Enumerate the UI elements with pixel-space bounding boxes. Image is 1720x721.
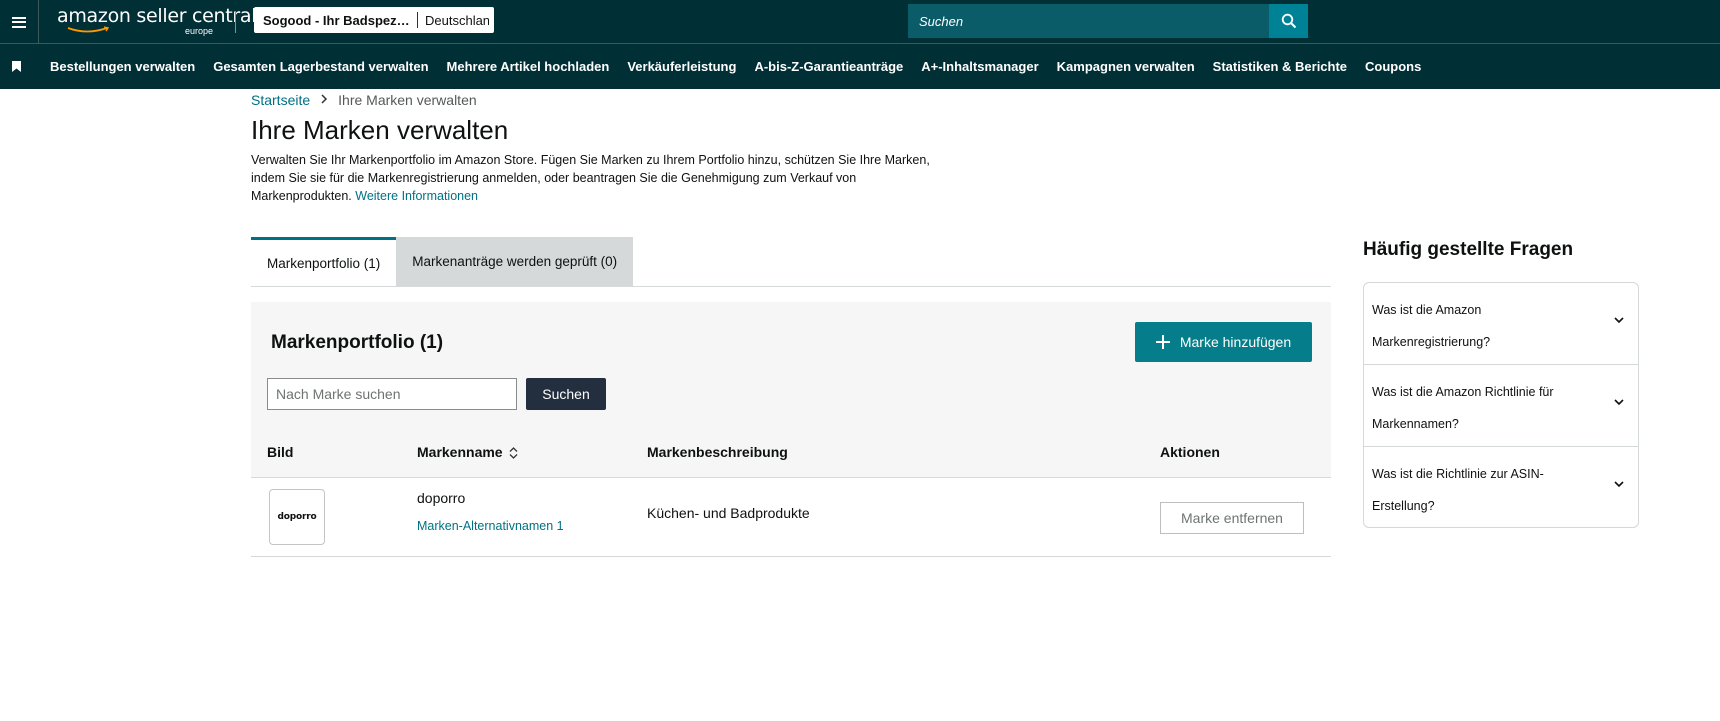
brand-logo-image: doporro [269,489,325,545]
tab-bar: Markenportfolio (1) Markenanträge werden… [251,237,1331,287]
add-brand-button[interactable]: Marke hinzufügen [1135,322,1312,362]
page-title: Ihre Marken verwalten [251,115,509,145]
faq-item-asin-erstellung[interactable]: Was ist die Richtlinie zur ASIN-Erstellu… [1364,447,1638,529]
menu-button[interactable] [0,0,39,44]
brand-search-button[interactable]: Suchen [526,378,606,410]
column-header-actions: Aktionen [1160,444,1220,460]
seller-central-logo[interactable]: amazon seller central europe [57,5,257,38]
faq-question: Was ist die Amazon Richtlinie für Marken… [1372,385,1554,431]
chevron-right-icon [320,93,328,107]
account-separator [417,12,418,28]
search-icon [1281,13,1296,29]
sort-icon [509,447,518,460]
brand-description: Küchen- und Badprodukte [647,505,810,521]
column-header-description: Markenbeschreibung [647,444,788,460]
tab-markenantraege[interactable]: Markenanträge werden geprüft (0) [396,237,634,286]
plus-icon [1155,332,1170,352]
brand-search-input[interactable] [267,378,517,410]
page-description-text: Verwalten Sie Ihr Markenportfolio im Ama… [251,153,930,203]
logo-region: europe [185,26,214,36]
nav-item-artikel-hochladen[interactable]: Mehrere Artikel hochladen [447,59,610,74]
chevron-down-icon [1614,317,1624,324]
breadcrumb-current: Ihre Marken verwalten [338,92,477,108]
chevron-down-icon [1614,399,1624,406]
portfolio-panel: Markenportfolio (1) Marke hinzufügen Suc… [251,302,1331,557]
brand-alt-names-link[interactable]: Marken-Alternativnamen 1 [417,519,564,533]
brand-name: doporro [417,490,466,506]
faq-item-markennamen[interactable]: Was ist die Amazon Richtlinie für Marken… [1364,365,1638,447]
faq-panel: Was ist die Amazon Markenregistrierung? … [1363,282,1639,528]
faq-question: Was ist die Amazon Markenregistrierung? [1372,303,1491,349]
logo-text: amazon seller central [57,5,257,27]
nav-item-bestellungen[interactable]: Bestellungen verwalten [50,59,195,74]
nav-item-lagerbestand[interactable]: Gesamten Lagerbestand verwalten [213,59,428,74]
faq-question: Was ist die Richtlinie zur ASIN-Erstellu… [1372,467,1544,513]
chevron-down-icon [1614,481,1624,488]
bookmark-button[interactable] [0,44,32,89]
breadcrumb-home-link[interactable]: Startseite [251,92,310,108]
logo-smile-icon [67,26,110,33]
nav-bar: Bestellungen verwalten Gesamten Lagerbes… [0,44,1720,89]
top-bar: amazon seller central europe Sogood - Ih… [0,0,1720,44]
nav-item-verkaeuferleistung[interactable]: Verkäuferleistung [627,59,736,74]
account-switcher[interactable]: Sogood - Ihr Badspezialist Deutschland [254,7,494,33]
nav-item-kampagnen[interactable]: Kampagnen verwalten [1057,59,1195,74]
global-search-input[interactable] [908,4,1269,38]
header-divider [235,11,236,33]
global-search [908,4,1308,38]
tab-markenportfolio[interactable]: Markenportfolio (1) [251,237,397,286]
breadcrumb: Startseite Ihre Marken verwalten [251,92,477,108]
column-header-name[interactable]: Markenname [417,444,518,460]
global-search-button[interactable] [1269,4,1308,38]
remove-brand-button[interactable]: Marke entfernen [1160,502,1304,534]
more-info-link[interactable]: Weitere Informationen [355,189,478,203]
nav-item-a-bis-z[interactable]: A-bis-Z-Garantieanträge [754,59,903,74]
account-marketplace: Deutschland [425,12,489,28]
faq-item-markenregistrierung[interactable]: Was ist die Amazon Markenregistrierung? [1364,283,1638,365]
nav-item-statistiken[interactable]: Statistiken & Berichte [1213,59,1347,74]
bookmark-icon [11,61,21,72]
faq-title: Häufig gestellte Fragen [1363,239,1574,260]
add-brand-label: Marke hinzufügen [1179,334,1292,350]
brand-logo-text: doporro [277,512,317,522]
column-header-image: Bild [267,444,294,460]
page-description: Verwalten Sie Ihr Markenportfolio im Ama… [251,151,931,205]
column-header-name-label: Markenname [417,444,503,460]
portfolio-title: Markenportfolio (1) [271,332,444,353]
nav-item-coupons[interactable]: Coupons [1365,59,1421,74]
nav-items: Bestellungen verwalten Gesamten Lagerbes… [50,59,1439,74]
menu-icon [12,16,26,28]
nav-item-inhaltsmanager[interactable]: A+-Inhaltsmanager [921,59,1038,74]
table-row: doporro doporro Marken-Alternativnamen 1… [251,478,1331,557]
account-name: Sogood - Ihr Badspezialist [263,12,412,28]
table-header: Bild Markenname Markenbeschreibung Aktio… [251,426,1331,478]
